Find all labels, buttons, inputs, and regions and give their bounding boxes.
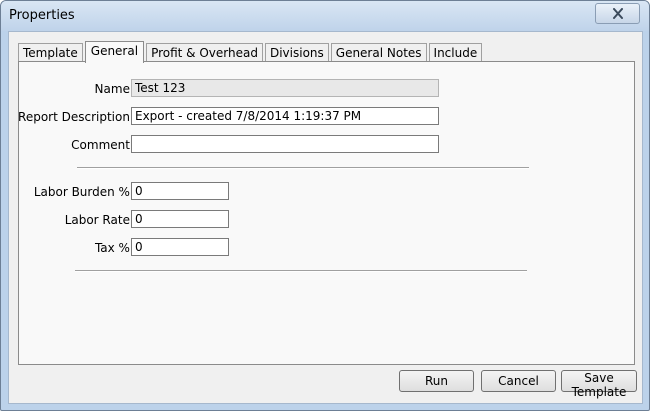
general-tab-panel: Name: Report Description: Comment: Labor… xyxy=(18,61,635,365)
title-bar[interactable]: Properties xyxy=(1,1,649,31)
labor-rate-label: Labor Rate: xyxy=(64,213,134,227)
name-field[interactable] xyxy=(131,79,439,97)
labor-burden-field[interactable] xyxy=(131,182,229,200)
tab-profit-overhead[interactable]: Profit & Overhead xyxy=(146,43,263,62)
run-button[interactable]: Run xyxy=(399,370,474,392)
tab-template[interactable]: Template xyxy=(18,43,83,62)
tab-include[interactable]: Include xyxy=(428,43,483,62)
report-description-field[interactable] xyxy=(131,107,439,125)
name-label: Name: xyxy=(94,82,134,96)
properties-dialog: Properties Template General Profit & Ove… xyxy=(0,0,650,411)
labor-rate-field[interactable] xyxy=(131,210,229,228)
save-template-button[interactable]: Save Template xyxy=(561,370,637,399)
tab-general[interactable]: General xyxy=(84,41,145,63)
cancel-button[interactable]: Cancel xyxy=(481,370,556,392)
tab-divisions[interactable]: Divisions xyxy=(264,43,329,62)
comment-field[interactable] xyxy=(131,135,439,153)
dialog-client-area: Template General Profit & Overhead Divis… xyxy=(8,31,643,404)
tax-field[interactable] xyxy=(131,238,229,256)
tax-label: Tax %: xyxy=(94,241,134,255)
tab-strip: Template General Profit & Overhead Divis… xyxy=(18,40,484,63)
report-description-label: Report Description: xyxy=(18,110,134,124)
separator-bottom xyxy=(75,270,527,272)
separator-top xyxy=(77,167,529,169)
close-button[interactable] xyxy=(595,3,640,24)
close-icon xyxy=(612,8,623,19)
tab-general-notes[interactable]: General Notes xyxy=(330,43,427,62)
window-title: Properties xyxy=(9,8,75,23)
comment-label: Comment: xyxy=(71,138,134,152)
labor-burden-label: Labor Burden %: xyxy=(33,185,134,199)
